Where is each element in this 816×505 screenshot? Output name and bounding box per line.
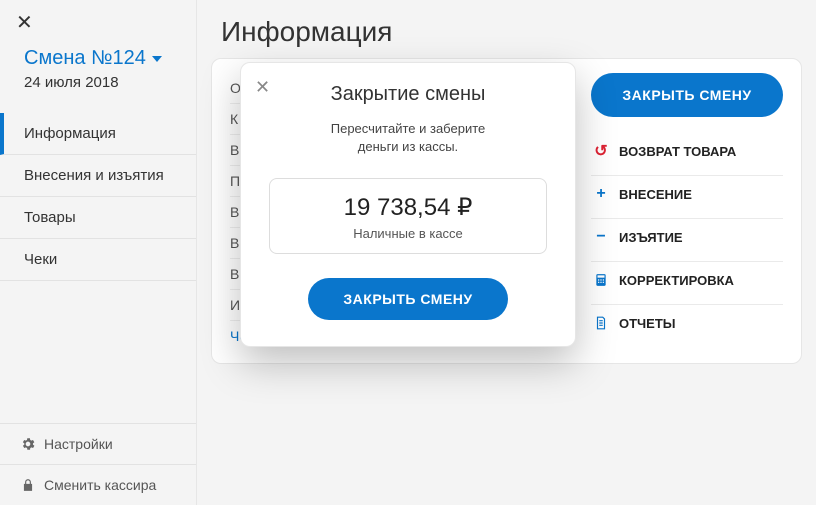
dialog-instruction: Пересчитайте и заберите деньги из кассы.	[269, 120, 547, 156]
close-shift-dialog: ✕ Закрытие смены Пересчитайте и заберите…	[240, 62, 576, 347]
dialog-close-icon[interactable]: ✕	[255, 77, 270, 98]
dialog-confirm-button[interactable]: ЗАКРЫТЬ СМЕНУ	[308, 278, 508, 320]
cash-amount: 19 738,54 ₽	[276, 193, 540, 222]
cash-box: 19 738,54 ₽ Наличные в кассе	[269, 178, 547, 254]
dialog-title: Закрытие смены	[269, 83, 547, 106]
cash-label: Наличные в кассе	[276, 226, 540, 241]
dialog-overlay: ✕ Закрытие смены Пересчитайте и заберите…	[0, 0, 816, 505]
